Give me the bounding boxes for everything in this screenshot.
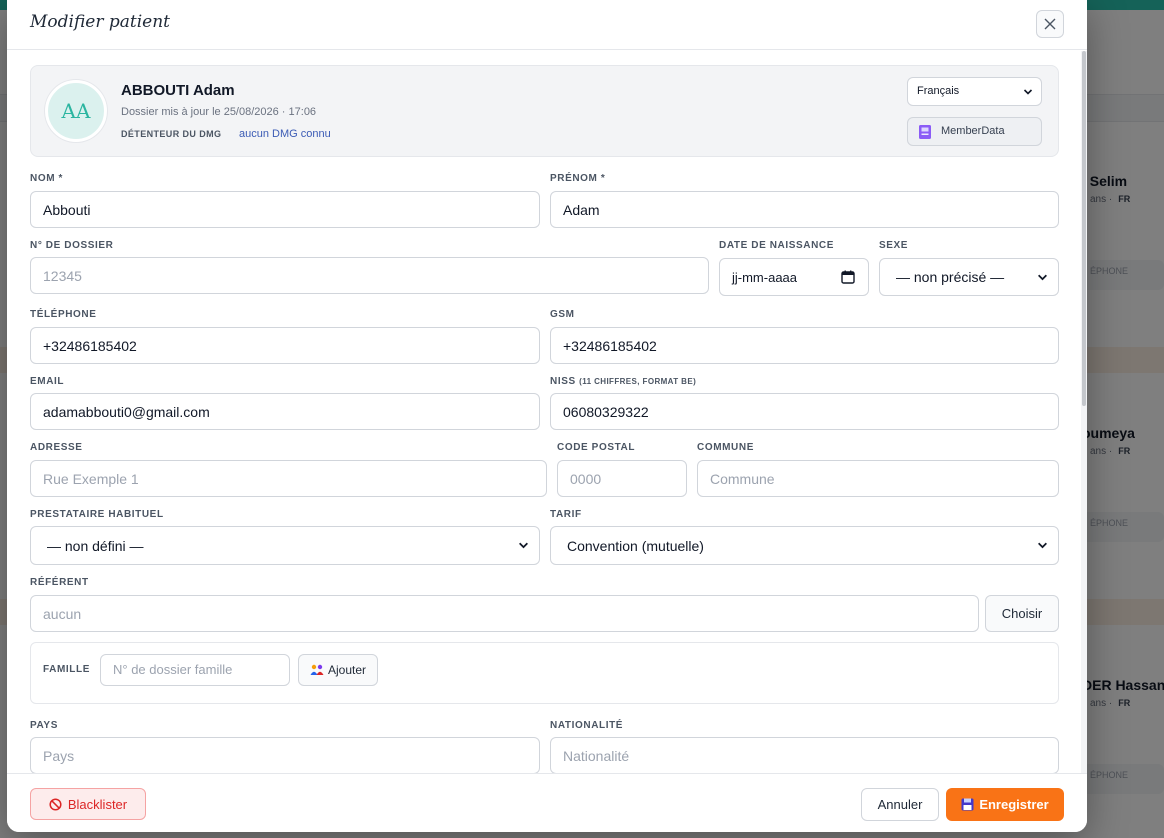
telephone-label: TÉLÉPHONE [30,309,97,320]
dossier-input[interactable]: 12345 [30,257,709,294]
ajouter-label: Ajouter [327,663,367,677]
code-postal-input[interactable]: 0000 [557,460,687,497]
close-icon [1044,18,1056,30]
gsm-label: GSM [550,309,575,320]
calendar-icon[interactable] [841,270,855,284]
avatar: AA [45,80,107,142]
referent-input[interactable]: aucun [30,595,979,632]
modal-body[interactable]: AA ABBOUTI Adam Dossier mis à jour le 25… [7,51,1087,773]
chevron-down-icon [1038,274,1047,281]
dossier-label: N° DE DOSSIER [30,240,114,251]
chevron-down-icon [1038,542,1047,549]
nationalite-label: NATIONALITÉ [550,720,624,731]
referent-label: RÉFÉRENT [30,577,89,588]
pays-input[interactable]: Pays [30,737,540,773]
commune-label: COMMUNE [697,442,754,453]
dmg-label: DÉTENTEUR DU DMG [121,129,222,139]
birthdate-input[interactable]: jj-mm-aaaa [719,258,869,296]
blacklist-label: Blacklister [67,796,128,812]
gsm-input[interactable]: +32486185402 [550,327,1059,364]
nom-input[interactable]: Abbouti [30,191,540,228]
chevron-down-icon [519,542,528,549]
tarif-value: Convention (mutuelle) [567,537,704,554]
prestataire-label: PRESTATAIRE HABITUEL [30,509,164,520]
naissance-label: DATE DE NAISSANCE [719,240,835,251]
chevron-down-icon [1023,89,1033,95]
people-icon [310,664,324,675]
scrollbar-thumb[interactable] [1082,51,1086,406]
memberdata-icon [919,125,931,139]
niss-input[interactable]: 06080329322 [550,393,1059,430]
sexe-select[interactable]: — non précisé — [879,258,1059,296]
code-postal-label: CODE POSTAL [557,442,636,453]
nationalite-input[interactable]: Nationalité [550,737,1059,773]
close-button[interactable] [1036,10,1064,38]
language-select[interactable]: Français [907,77,1042,106]
telephone-input[interactable]: +32486185402 [30,327,540,364]
patient-summary-card: AA ABBOUTI Adam Dossier mis à jour le 25… [30,65,1059,157]
sexe-label: SEXE [879,240,909,251]
famille-section: FAMILLE N° de dossier famille Ajouter [30,642,1059,704]
cancel-button[interactable]: Annuler [861,788,939,821]
prenom-input[interactable]: Adam [550,191,1059,228]
modal-title: Modifier patient [30,12,171,32]
tarif-label: TARIF [550,509,582,520]
dmg-value[interactable]: aucun DMG connu [239,128,331,140]
prestataire-value: — non défini — [47,537,144,554]
modal-scrollbar[interactable] [1081,51,1087,773]
blacklist-button[interactable]: Blacklister [30,788,146,820]
famille-input[interactable]: N° de dossier famille [100,654,290,686]
memberdata-label: MemberData [941,125,1005,137]
modal-footer: Blacklister Annuler Enregistrer [7,773,1087,832]
ban-icon [49,797,62,811]
floppy-disk-icon [961,798,974,811]
adresse-label: ADRESSE [30,442,83,453]
save-label: Enregistrer [979,797,1049,812]
memberdata-button[interactable]: MemberData [907,117,1042,146]
save-button[interactable]: Enregistrer [946,788,1064,821]
patient-updated: Dossier mis à jour le 25/08/2026 · 17:06 [121,106,317,118]
modal-header: Modifier patient [7,0,1087,50]
tarif-select[interactable]: Convention (mutuelle) [550,526,1059,565]
edit-patient-modal: Modifier patient AA ABBOUTI Adam Dossier… [7,0,1087,832]
language-value: Français [917,85,960,97]
commune-input[interactable]: Commune [697,460,1059,497]
prestataire-select[interactable]: — non défini — [30,526,540,565]
sexe-value: — non précisé — [896,269,1005,285]
birthdate-placeholder: jj-mm-aaaa [732,269,798,285]
ajouter-famille-button[interactable]: Ajouter [298,654,378,686]
email-input[interactable]: adamabbouti0@gmail.com [30,393,540,430]
prenom-label: PRÉNOM * [550,173,606,184]
choisir-button[interactable]: Choisir [985,595,1059,632]
adresse-input[interactable]: Rue Exemple 1 [30,460,547,497]
patient-name: ABBOUTI Adam [121,82,235,99]
pays-label: PAYS [30,720,58,731]
nom-label: NOM * [30,173,63,184]
famille-label: FAMILLE [43,664,90,675]
niss-label: NISS (11 CHIFFRES, FORMAT BE) [550,376,697,387]
email-label: EMAIL [30,376,65,387]
